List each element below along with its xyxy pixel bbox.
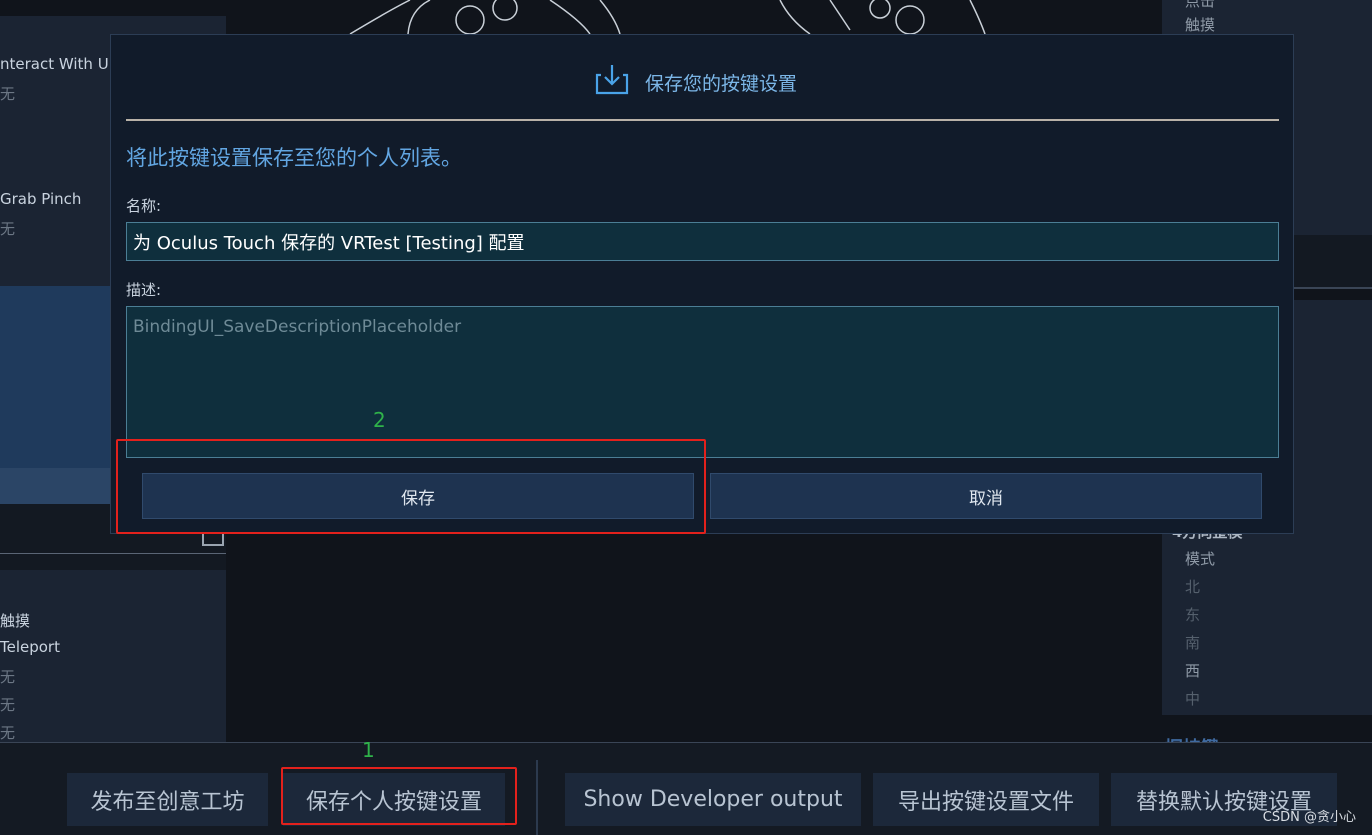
- right-item[interactable]: 触摸: [1185, 14, 1215, 35]
- left-item-label[interactable]: nteract With UI: [0, 55, 113, 73]
- left-item-sub: 无: [0, 85, 16, 103]
- left-item-sub: 无: [0, 220, 16, 238]
- annotation-number: 1: [362, 738, 375, 762]
- dialog-title: 保存您的按键设置: [645, 73, 798, 95]
- right-item[interactable]: 中: [1185, 688, 1200, 709]
- name-label: 名称:: [126, 197, 162, 215]
- annotation-number: 2: [373, 408, 386, 432]
- download-icon: [595, 65, 629, 95]
- right-item[interactable]: 北: [1185, 576, 1200, 597]
- toolbar-separator: [536, 760, 538, 835]
- left-lower-item: 无: [0, 696, 16, 714]
- description-input[interactable]: [126, 306, 1279, 458]
- right-item[interactable]: 模式: [1185, 548, 1215, 569]
- right-item[interactable]: 南: [1185, 632, 1200, 653]
- left-item-label[interactable]: Grab Pinch: [0, 190, 81, 208]
- right-item[interactable]: 东: [1185, 604, 1200, 625]
- right-item[interactable]: 点击: [1185, 0, 1215, 11]
- left-divider: [0, 553, 226, 554]
- export-binding-file-button[interactable]: 导出按键设置文件: [873, 773, 1099, 826]
- watermark: CSDN @贪小心: [1262, 810, 1356, 825]
- left-lower-item: 无: [0, 668, 16, 686]
- left-lower-item[interactable]: Teleport: [0, 638, 60, 656]
- left-lower-item: 无: [0, 724, 16, 742]
- left-lower-item[interactable]: 触摸: [0, 610, 30, 631]
- annotation-box-save: [116, 439, 706, 534]
- cancel-button[interactable]: 取消: [710, 473, 1262, 519]
- name-input[interactable]: [126, 222, 1279, 261]
- right-item[interactable]: 西: [1185, 660, 1200, 681]
- controller-outline-art: [349, 0, 986, 34]
- dialog-subtitle: 将此按键设置保存至您的个人列表。: [126, 146, 462, 170]
- dialog-divider: [126, 119, 1279, 121]
- description-label: 描述:: [126, 281, 162, 299]
- dialog-header: 保存您的按键设置: [111, 35, 1293, 120]
- annotation-box-save-personal: [281, 767, 517, 825]
- publish-workshop-button[interactable]: 发布至创意工坊: [67, 773, 268, 826]
- show-developer-output-button[interactable]: Show Developer output: [565, 773, 861, 826]
